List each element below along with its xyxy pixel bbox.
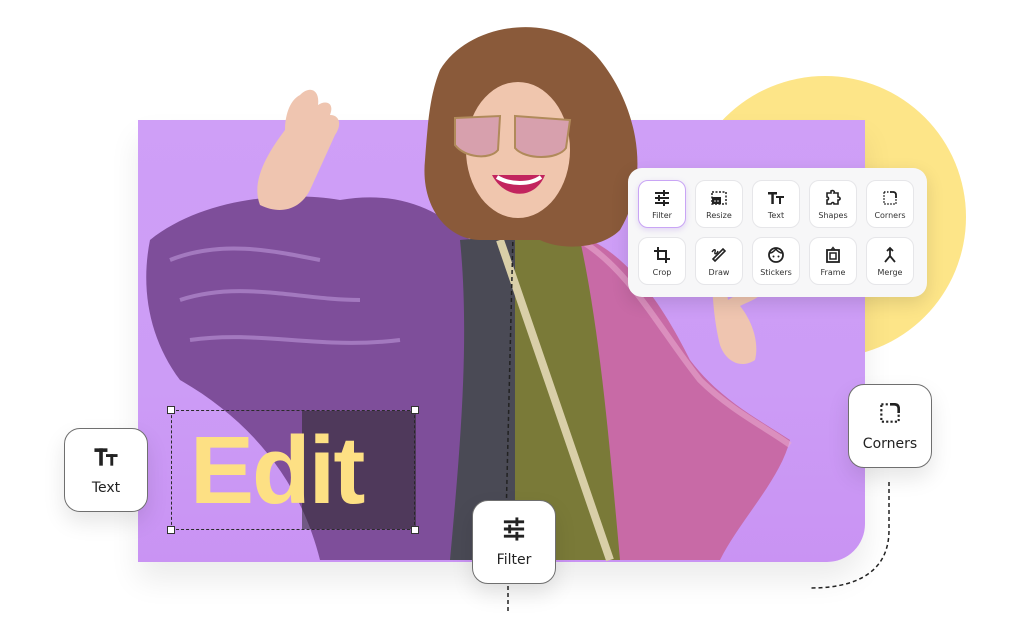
tool-label: Filter bbox=[652, 210, 672, 220]
sliders-icon bbox=[655, 189, 669, 206]
corners-icon bbox=[883, 190, 897, 205]
merge-icon bbox=[884, 246, 896, 263]
tool-frame[interactable]: Frame bbox=[809, 237, 857, 285]
pencil-draw-icon bbox=[711, 247, 727, 262]
text-icon bbox=[768, 191, 784, 204]
tool-label: Corners bbox=[874, 210, 906, 220]
corners-icon bbox=[880, 403, 900, 423]
puzzle-shape-icon bbox=[826, 189, 841, 205]
tool-label: Crop bbox=[652, 267, 672, 277]
tool-filter[interactable]: Filter bbox=[638, 180, 686, 228]
tool-stickers[interactable]: Stickers bbox=[752, 237, 800, 285]
face-sticker-icon bbox=[768, 246, 784, 263]
edit-toolbar: Filter Resize Text Shapes Corners Crop D… bbox=[628, 168, 927, 297]
corners-tool-card[interactable]: Corners bbox=[848, 384, 932, 468]
tool-shapes[interactable]: Shapes bbox=[809, 180, 857, 228]
tool-label: Draw bbox=[708, 267, 730, 277]
text-selection-box[interactable]: Edit bbox=[167, 406, 419, 534]
card-label: Text bbox=[91, 480, 121, 496]
tool-label: Shapes bbox=[818, 210, 848, 220]
resize-icon bbox=[711, 190, 727, 205]
tool-label: Merge bbox=[877, 267, 903, 277]
tool-draw[interactable]: Draw bbox=[695, 237, 743, 285]
edit-text-layer[interactable]: Edit bbox=[190, 413, 365, 529]
tool-crop[interactable]: Crop bbox=[638, 237, 686, 285]
tool-corners[interactable]: Corners bbox=[866, 180, 914, 228]
card-label: Corners bbox=[862, 436, 918, 452]
tool-label: Stickers bbox=[760, 267, 792, 277]
tool-label: Frame bbox=[820, 267, 846, 277]
resize-handle-bottom-right[interactable] bbox=[411, 526, 419, 534]
crop-icon bbox=[654, 246, 670, 263]
sliders-icon bbox=[503, 517, 525, 541]
resize-handle-top-left[interactable] bbox=[167, 406, 175, 414]
text-tool-card[interactable]: Text bbox=[64, 428, 148, 512]
tool-label: Text bbox=[767, 210, 785, 220]
tool-text[interactable]: Text bbox=[752, 180, 800, 228]
frame-icon bbox=[826, 245, 840, 263]
resize-handle-top-right[interactable] bbox=[411, 406, 419, 414]
text-icon bbox=[94, 448, 118, 466]
tool-label: Resize bbox=[706, 210, 732, 220]
resize-handle-bottom-left[interactable] bbox=[167, 526, 175, 534]
filter-tool-card[interactable]: Filter bbox=[472, 500, 556, 584]
card-label: Filter bbox=[496, 552, 532, 568]
tool-resize[interactable]: Resize bbox=[695, 180, 743, 228]
tool-merge[interactable]: Merge bbox=[866, 237, 914, 285]
